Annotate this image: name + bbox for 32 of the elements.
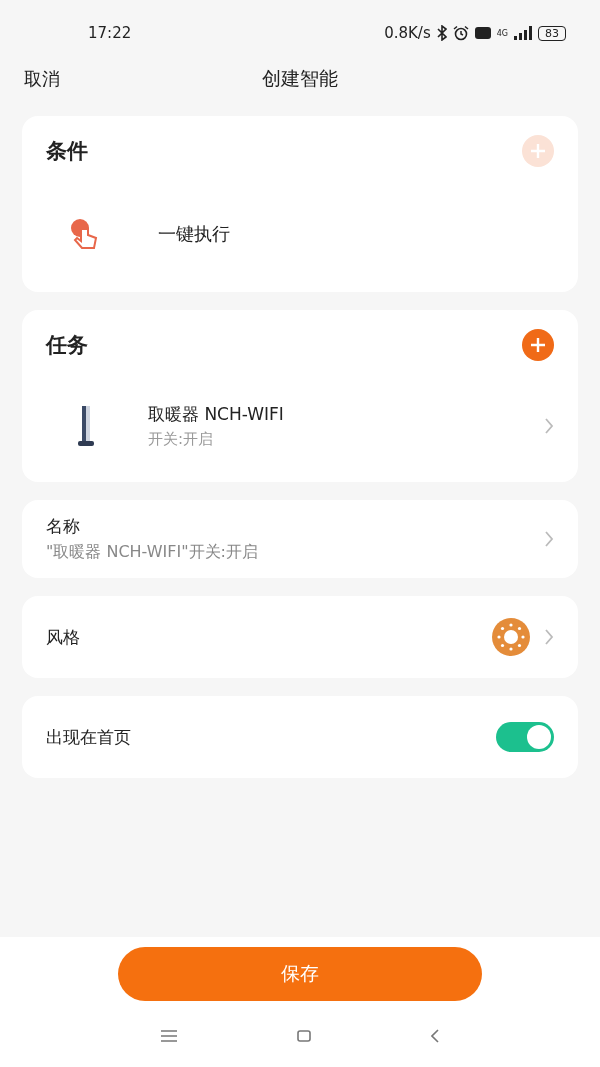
home-label: 出现在首页 — [46, 725, 132, 749]
menu-icon[interactable] — [161, 1030, 177, 1042]
name-value: "取暖器 NCH-WIFI"开关:开启 — [46, 542, 259, 563]
style-label: 风格 — [46, 625, 81, 649]
name-label: 名称 — [46, 515, 81, 538]
plus-icon — [530, 337, 546, 353]
cancel-button[interactable]: 取消 — [24, 67, 60, 91]
chevron-icon — [544, 530, 554, 548]
home-toggle[interactable] — [496, 722, 554, 752]
add-button[interactable] — [522, 329, 554, 361]
style-card[interactable]: 风格 — [22, 596, 578, 678]
name-card[interactable]: 名称 "取暖器 NCH-WIFI"开关:开启 — [22, 500, 578, 578]
network-type: 4G — [496, 28, 508, 38]
bluetooth-icon — [436, 25, 447, 41]
plus-icon — [530, 143, 546, 159]
alarm-icon — [452, 25, 469, 41]
home-icon[interactable] — [297, 1030, 311, 1042]
sun-icon — [492, 618, 530, 656]
battery-level: 83 — [538, 25, 566, 41]
section-title: 任务 — [46, 332, 88, 359]
chevron-icon — [544, 628, 554, 646]
signal-icon — [514, 26, 532, 40]
page-title: 创建智能 — [262, 66, 338, 91]
network-speed: 0.8K/s — [384, 24, 431, 42]
section-title: 条件 — [46, 138, 88, 165]
back-icon[interactable] — [431, 1029, 439, 1043]
device-name: 取暖器 NCH-WIFI — [148, 403, 285, 426]
condition-label[interactable]: 一键执行 — [158, 222, 230, 246]
chevron-icon — [544, 417, 554, 435]
device-status: 开关:开启 — [148, 430, 215, 449]
status-time: 17:22 — [88, 24, 132, 42]
heater-icon — [78, 406, 94, 446]
